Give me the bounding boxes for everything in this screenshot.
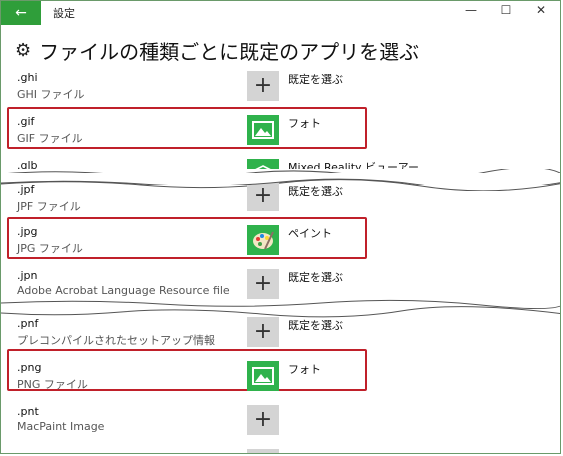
plus-icon[interactable]: + — [247, 181, 279, 211]
plus-icon[interactable]: + — [247, 317, 279, 347]
back-button[interactable]: ← — [1, 1, 41, 25]
file-extension: .pnf — [17, 317, 39, 330]
minimize-button[interactable]: — — [456, 3, 486, 17]
file-description: Adobe Acrobat Language Resource file — [17, 284, 230, 297]
file-extension: .gif — [17, 115, 35, 128]
plus-icon[interactable]: + — [247, 405, 279, 435]
list-item: .gif GIF ファイル フォト — [1, 115, 560, 159]
file-description: GIF ファイル — [17, 132, 83, 145]
close-button[interactable]: ✕ — [526, 3, 556, 17]
file-extension: .jpg — [17, 225, 38, 238]
title-bar: ← 設定 — ☐ ✕ — [1, 1, 560, 25]
gear-icon: ⚙ — [15, 39, 32, 61]
file-extension: .pnt — [17, 405, 39, 418]
default-app-label[interactable]: 既定を選ぶ — [288, 317, 343, 333]
torn-edge-overlay — [1, 173, 560, 185]
list-item: .pnt MacPaint Image + — [1, 405, 560, 449]
file-extension: .jpn — [17, 269, 38, 282]
page-header: ⚙ ファイルの種類ごとに既定のアプリを選ぶ — [15, 37, 420, 64]
default-app-label[interactable]: ペイント — [288, 225, 332, 241]
list-item: .jpg JPG ファイル ペイント — [1, 225, 560, 269]
photos-app-icon[interactable] — [247, 361, 279, 391]
paint-app-icon[interactable] — [247, 225, 279, 255]
default-app-label[interactable]: 既定を選ぶ — [288, 269, 343, 285]
plus-icon[interactable]: + — [247, 71, 279, 101]
file-description: JPF ファイル — [17, 200, 81, 213]
default-app-label[interactable]: フォト — [288, 361, 321, 377]
file-description: PNG ファイル — [17, 378, 88, 391]
file-extension: .png — [17, 361, 42, 374]
window-title: 設定 — [53, 7, 75, 20]
settings-window: ← 設定 — ☐ ✕ ⚙ ファイルの種類ごとに既定のアプリを選ぶ .ghi GH… — [0, 0, 561, 454]
file-description: MacPaint Image — [17, 420, 105, 433]
file-description: GHI ファイル — [17, 88, 85, 101]
plus-icon[interactable]: + — [247, 269, 279, 299]
maximize-button[interactable]: ☐ — [491, 3, 521, 17]
default-app-label[interactable]: 既定を選ぶ — [288, 71, 343, 87]
page-title: ファイルの種類ごとに既定のアプリを選ぶ — [39, 39, 420, 64]
file-extension: .ghi — [17, 71, 38, 84]
plus-icon-partial — [247, 449, 279, 453]
photos-app-icon[interactable] — [247, 115, 279, 145]
default-app-label[interactable]: 既定を選ぶ — [288, 183, 343, 199]
file-description: プレコンパイルされたセットアップ情報 — [17, 334, 215, 347]
default-app-label[interactable]: フォト — [288, 115, 321, 131]
list-item: .png PNG ファイル フォト — [1, 361, 560, 405]
file-description: JPG ファイル — [17, 242, 83, 255]
